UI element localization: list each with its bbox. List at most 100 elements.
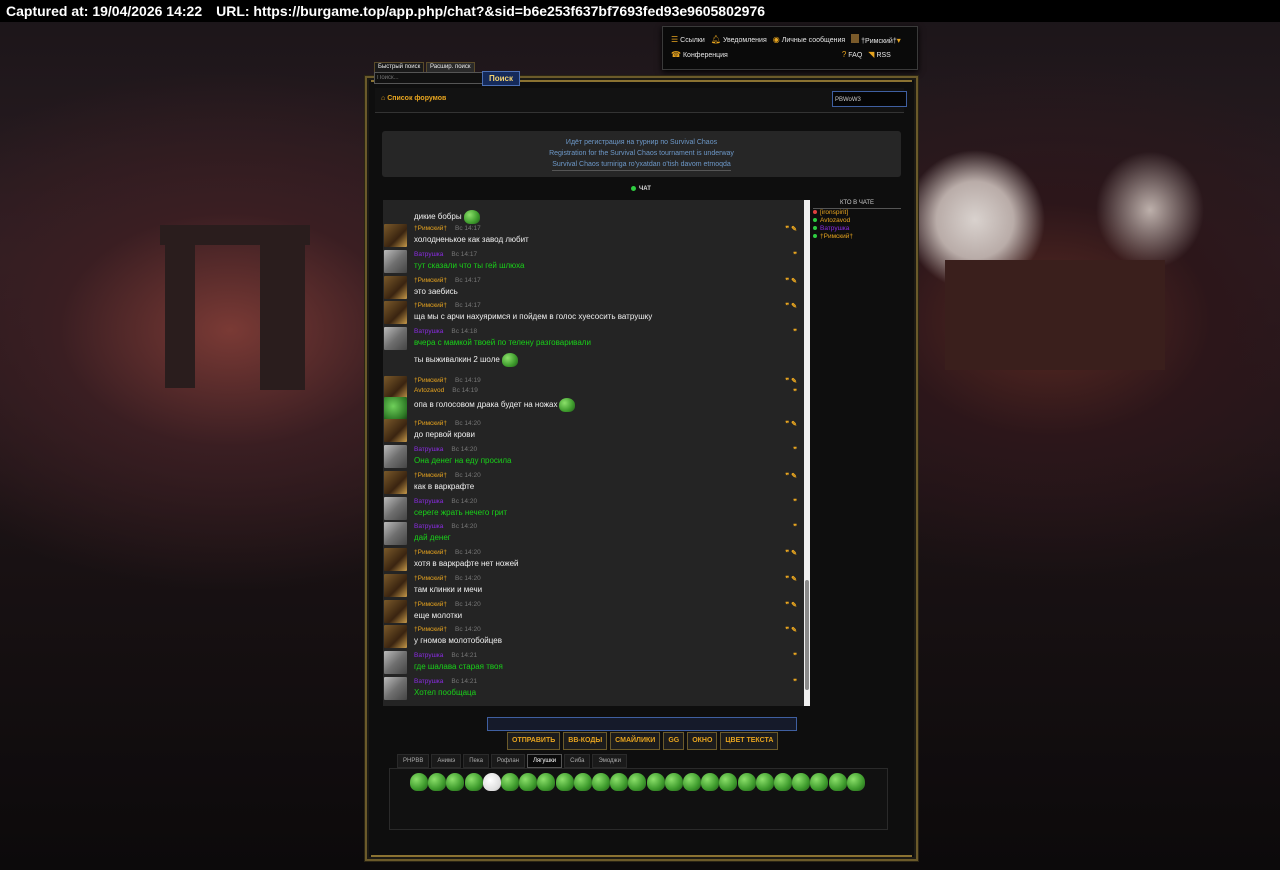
frog-smiley-icon[interactable] bbox=[482, 773, 501, 791]
chat-button[interactable]: GG bbox=[663, 732, 685, 750]
smiley-tab[interactable]: PHPBB bbox=[397, 754, 430, 768]
search-input[interactable] bbox=[374, 72, 484, 84]
edit-icon[interactable]: ✎ bbox=[789, 303, 797, 310]
frog-smiley-icon[interactable] bbox=[810, 773, 829, 791]
frog-smiley-icon[interactable] bbox=[537, 773, 556, 791]
frog-smiley-icon[interactable] bbox=[446, 773, 465, 791]
smiley-tab[interactable]: Сиба bbox=[564, 754, 591, 768]
user-menu[interactable]: †Римский†▾ bbox=[851, 34, 903, 45]
message-username[interactable]: †Римский† bbox=[414, 601, 447, 608]
conference-link[interactable]: ☎ Конференция bbox=[671, 50, 728, 59]
avatar[interactable] bbox=[384, 522, 407, 545]
edit-icon[interactable]: ✎ bbox=[789, 602, 797, 609]
edit-icon[interactable]: ✎ bbox=[789, 576, 797, 583]
message-username[interactable]: Ватрушка bbox=[414, 251, 443, 258]
message-username[interactable]: Ватрушка bbox=[414, 498, 443, 505]
message-username[interactable]: †Римский† bbox=[414, 575, 447, 582]
frog-smiley-icon[interactable] bbox=[774, 773, 792, 791]
faq-link[interactable]: ? FAQ bbox=[842, 50, 862, 59]
avatar[interactable] bbox=[384, 471, 407, 494]
frog-smiley-icon[interactable] bbox=[828, 773, 847, 791]
message-username[interactable]: Ватрушка bbox=[414, 328, 443, 335]
chat-button[interactable]: ОКНО bbox=[687, 732, 718, 750]
avatar[interactable] bbox=[384, 574, 407, 597]
quote-icon[interactable]: ❞ bbox=[793, 499, 797, 506]
message-username[interactable]: †Римский† bbox=[414, 626, 447, 633]
message-username[interactable]: Ватрушка bbox=[414, 652, 443, 659]
message-username[interactable]: †Римский† bbox=[414, 277, 447, 284]
notifications-link[interactable]: 🔔︎ Уведомления bbox=[711, 35, 767, 44]
quote-icon[interactable]: ❞ bbox=[793, 524, 797, 531]
frog-smiley-icon[interactable] bbox=[464, 773, 483, 791]
edit-icon[interactable]: ✎ bbox=[789, 550, 797, 557]
smiley-tab[interactable]: Рофлан bbox=[490, 754, 525, 768]
frog-smiley-icon[interactable] bbox=[846, 773, 865, 791]
edit-icon[interactable]: ✎ bbox=[789, 421, 797, 428]
frog-smiley-icon[interactable] bbox=[792, 773, 811, 791]
frog-smiley-icon[interactable] bbox=[646, 773, 665, 791]
avatar[interactable] bbox=[384, 224, 407, 247]
quote-icon[interactable]: ❞ bbox=[793, 389, 797, 396]
frog-smiley-icon[interactable] bbox=[664, 773, 683, 791]
avatar[interactable] bbox=[384, 419, 407, 442]
quote-icon[interactable]: ❞ bbox=[793, 653, 797, 660]
frog-smiley-icon[interactable] bbox=[592, 773, 610, 791]
avatar[interactable] bbox=[384, 445, 407, 468]
who-user[interactable]: [ironspirit] bbox=[813, 209, 901, 217]
frog-smiley-icon[interactable] bbox=[610, 773, 629, 791]
chat-button[interactable]: ОТПРАВИТЬ bbox=[507, 732, 561, 750]
smiley-tab[interactable]: Лягушки bbox=[526, 754, 563, 768]
avatar[interactable] bbox=[384, 397, 407, 420]
frog-smiley-icon[interactable] bbox=[519, 773, 538, 791]
links-link[interactable]: ☰ Ссылки bbox=[671, 35, 705, 44]
avatar[interactable] bbox=[384, 497, 407, 520]
message-username[interactable]: Ватрушка bbox=[414, 678, 443, 685]
avatar[interactable] bbox=[384, 600, 407, 623]
message-username[interactable]: Avtozavod bbox=[414, 387, 444, 394]
frog-smiley-icon[interactable] bbox=[628, 773, 647, 791]
avatar[interactable] bbox=[384, 250, 407, 273]
message-username[interactable]: †Римский† bbox=[414, 472, 447, 479]
message-username[interactable]: †Римский† bbox=[414, 377, 447, 384]
message-username[interactable]: †Римский† bbox=[414, 225, 447, 232]
smiley-tab[interactable]: Анимэ bbox=[431, 754, 462, 768]
quote-icon[interactable]: ❞ bbox=[793, 252, 797, 259]
chat-input[interactable] bbox=[487, 717, 797, 731]
frog-smiley-icon[interactable] bbox=[737, 773, 756, 791]
forum-select[interactable]: PBWoW3 bbox=[832, 91, 907, 107]
chat-scrollbar[interactable] bbox=[804, 200, 810, 706]
edit-icon[interactable]: ✎ bbox=[789, 226, 797, 233]
edit-icon[interactable]: ✎ bbox=[789, 627, 797, 634]
message-username[interactable]: Ватрушка bbox=[414, 446, 443, 453]
chat-messages[interactable]: дикие бобры †Римский† Вс 14:17 холодненько… bbox=[383, 200, 809, 706]
search-button[interactable]: Поиск bbox=[482, 71, 520, 86]
avatar[interactable] bbox=[384, 301, 407, 324]
avatar[interactable] bbox=[384, 548, 407, 571]
frog-smiley-icon[interactable] bbox=[683, 773, 701, 791]
frog-smiley-icon[interactable] bbox=[573, 773, 592, 791]
message-username[interactable]: †Римский† bbox=[414, 549, 447, 556]
avatar[interactable] bbox=[384, 276, 407, 299]
frog-smiley-icon[interactable] bbox=[719, 773, 738, 791]
messages-link[interactable]: ◉ Личные сообщения bbox=[773, 35, 845, 44]
who-user[interactable]: Avtozavod bbox=[813, 217, 901, 225]
frog-smiley-icon[interactable] bbox=[410, 773, 428, 791]
who-user[interactable]: †Римский† bbox=[813, 233, 901, 241]
edit-icon[interactable]: ✎ bbox=[789, 278, 797, 285]
quote-icon[interactable]: ❞ bbox=[793, 329, 797, 336]
frog-smiley-icon[interactable] bbox=[501, 773, 519, 791]
frog-smiley-icon[interactable] bbox=[755, 773, 774, 791]
avatar[interactable] bbox=[384, 625, 407, 648]
rss-link[interactable]: ◥ RSS bbox=[868, 50, 891, 59]
chat-button[interactable]: СМАЙЛИКИ bbox=[610, 732, 661, 750]
quote-icon[interactable]: ❞ bbox=[793, 679, 797, 686]
avatar[interactable] bbox=[384, 651, 407, 674]
scrollbar-thumb[interactable] bbox=[805, 580, 809, 690]
avatar[interactable] bbox=[384, 677, 407, 700]
avatar[interactable] bbox=[384, 327, 407, 350]
message-username[interactable]: †Римский† bbox=[414, 420, 447, 427]
quote-icon[interactable]: ❞ bbox=[793, 447, 797, 454]
frog-smiley-icon[interactable] bbox=[555, 773, 574, 791]
chat-button[interactable]: BB-КОДЫ bbox=[563, 732, 608, 750]
frog-smiley-icon[interactable] bbox=[428, 773, 447, 791]
